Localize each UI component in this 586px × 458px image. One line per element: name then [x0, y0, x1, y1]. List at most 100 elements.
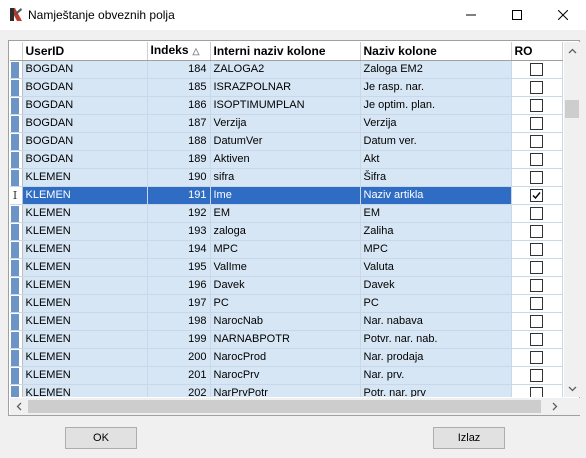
fields-grid[interactable]: UserID Indeks △ Interni naziv kolone Nazi…: [8, 40, 580, 416]
table-row[interactable]: KLEMEN 195 ValIme Valuta: [10, 258, 563, 277]
cell-userid[interactable]: KLEMEN: [22, 312, 148, 331]
cell-naziv[interactable]: Je rasp. nar.: [360, 78, 512, 97]
table-row[interactable]: BOGDAN 188 DatumVer Datum ver.: [10, 132, 563, 151]
vertical-scroll-thumb[interactable]: [565, 100, 579, 118]
column-header-indeks[interactable]: Indeks △: [147, 42, 211, 61]
cell-indeks[interactable]: 191: [147, 186, 211, 205]
row-indicator[interactable]: [10, 150, 23, 169]
cell-userid[interactable]: BOGDAN: [22, 78, 148, 97]
column-header-userid[interactable]: UserID: [22, 42, 148, 61]
table-row[interactable]: KLEMEN 199 NARNABPOTR Potvr. nar. nab.: [10, 330, 563, 349]
vertical-scrollbar[interactable]: [564, 42, 580, 397]
column-header-ro[interactable]: RO: [511, 42, 563, 61]
cell-userid[interactable]: KLEMEN: [22, 384, 148, 397]
row-indicator[interactable]: [10, 114, 23, 133]
table-row[interactable]: BOGDAN 184 ZALOGA2 Zaloga EM2: [10, 60, 563, 79]
column-header-naziv[interactable]: Naziv kolone: [360, 42, 512, 61]
cell-naziv[interactable]: Potvr. nar. nab.: [360, 330, 512, 349]
row-indicator[interactable]: [10, 132, 23, 151]
cell-indeks[interactable]: 187: [147, 114, 211, 133]
cell-interni[interactable]: NARNABPOTR: [210, 330, 361, 349]
row-indicator[interactable]: [10, 312, 23, 331]
ro-checkbox[interactable]: [530, 189, 543, 203]
table-row[interactable]: KLEMEN 196 Davek Davek: [10, 276, 563, 295]
table-row[interactable]: KLEMEN 202 NarPrvPotr Potr. nar. prv: [10, 384, 563, 397]
table-row[interactable]: BOGDAN 189 Aktiven Akt: [10, 150, 563, 169]
table-row[interactable]: KLEMEN 198 NarocNab Nar. nabava: [10, 312, 563, 331]
cell-userid[interactable]: KLEMEN: [22, 366, 148, 385]
cell-interni[interactable]: EM: [210, 204, 361, 223]
cell-naziv[interactable]: Zaloga EM2: [360, 60, 512, 79]
ro-checkbox[interactable]: [530, 369, 543, 383]
cell-naziv[interactable]: Verzija: [360, 114, 512, 133]
ro-checkbox[interactable]: [530, 297, 543, 311]
ro-checkbox[interactable]: [530, 387, 543, 397]
cell-userid[interactable]: KLEMEN: [22, 186, 148, 205]
cell-indeks[interactable]: 194: [147, 240, 211, 259]
table-row[interactable]: BOGDAN 185 ISRAZPOLNAR Je rasp. nar.: [10, 78, 563, 97]
row-indicator[interactable]: [10, 78, 23, 97]
row-indicator[interactable]: [10, 222, 23, 241]
cell-naziv[interactable]: Akt: [360, 150, 512, 169]
cell-indeks[interactable]: 192: [147, 204, 211, 223]
table-row[interactable]: KLEMEN 192 EM EM: [10, 204, 563, 223]
scroll-right-button[interactable]: [546, 398, 563, 415]
cell-naziv[interactable]: MPC: [360, 240, 512, 259]
cell-naziv[interactable]: Je optim. plan.: [360, 96, 512, 115]
cell-userid[interactable]: KLEMEN: [22, 240, 148, 259]
cell-naziv[interactable]: Nar. nabava: [360, 312, 512, 331]
exit-button[interactable]: Izlaz: [433, 427, 505, 449]
row-indicator[interactable]: I: [10, 186, 23, 205]
cell-interni[interactable]: DatumVer: [210, 132, 361, 151]
cell-interni[interactable]: NarocProd: [210, 348, 361, 367]
cell-indeks[interactable]: 198: [147, 312, 211, 331]
cell-naziv[interactable]: Potr. nar. prv: [360, 384, 512, 397]
ro-checkbox[interactable]: [530, 207, 543, 221]
row-indicator[interactable]: [10, 204, 23, 223]
cell-indeks[interactable]: 196: [147, 276, 211, 295]
cell-userid[interactable]: KLEMEN: [22, 222, 148, 241]
row-indicator[interactable]: [10, 168, 23, 187]
cell-userid[interactable]: KLEMEN: [22, 168, 148, 187]
row-indicator[interactable]: [10, 384, 23, 397]
cell-indeks[interactable]: 197: [147, 294, 211, 313]
cell-indeks[interactable]: 199: [147, 330, 211, 349]
cell-indeks[interactable]: 188: [147, 132, 211, 151]
row-indicator[interactable]: [10, 258, 23, 277]
cell-interni[interactable]: NarocNab: [210, 312, 361, 331]
cell-userid[interactable]: KLEMEN: [22, 276, 148, 295]
cell-naziv[interactable]: Nar. prodaja: [360, 348, 512, 367]
cell-interni[interactable]: sifra: [210, 168, 361, 187]
row-indicator[interactable]: [10, 96, 23, 115]
scroll-left-button[interactable]: [10, 398, 27, 415]
row-indicator[interactable]: [10, 240, 23, 259]
cell-naziv[interactable]: Šifra: [360, 168, 512, 187]
title-bar[interactable]: Namještanje obveznih polja: [0, 0, 586, 30]
column-header-interni[interactable]: Interni naziv kolone: [210, 42, 361, 61]
ro-checkbox[interactable]: [530, 243, 543, 257]
cell-indeks[interactable]: 185: [147, 78, 211, 97]
ro-checkbox[interactable]: [530, 153, 543, 167]
cell-userid[interactable]: KLEMEN: [22, 294, 148, 313]
cell-indeks[interactable]: 189: [147, 150, 211, 169]
cell-userid[interactable]: KLEMEN: [22, 204, 148, 223]
cell-interni[interactable]: ISRAZPOLNAR: [210, 78, 361, 97]
table-row[interactable]: KLEMEN 200 NarocProd Nar. prodaja: [10, 348, 563, 367]
ro-checkbox[interactable]: [530, 261, 543, 275]
cell-interni[interactable]: ZALOGA2: [210, 60, 361, 79]
horizontal-scrollbar[interactable]: [10, 398, 564, 415]
cell-naziv[interactable]: EM: [360, 204, 512, 223]
cell-indeks[interactable]: 186: [147, 96, 211, 115]
cell-interni[interactable]: NarocPrv: [210, 366, 361, 385]
cell-interni[interactable]: Aktiven: [210, 150, 361, 169]
ro-checkbox[interactable]: [530, 279, 543, 293]
cell-indeks[interactable]: 195: [147, 258, 211, 277]
horizontal-scroll-thumb[interactable]: [28, 400, 541, 413]
row-indicator[interactable]: [10, 348, 23, 367]
cell-indeks[interactable]: 200: [147, 348, 211, 367]
cell-userid[interactable]: BOGDAN: [22, 96, 148, 115]
table-row[interactable]: BOGDAN 186 ISOPTIMUMPLAN Je optim. plan.: [10, 96, 563, 115]
table-row[interactable]: KLEMEN 201 NarocPrv Nar. prv.: [10, 366, 563, 385]
ok-button[interactable]: OK: [65, 427, 137, 449]
cell-naziv[interactable]: Zaliha: [360, 222, 512, 241]
